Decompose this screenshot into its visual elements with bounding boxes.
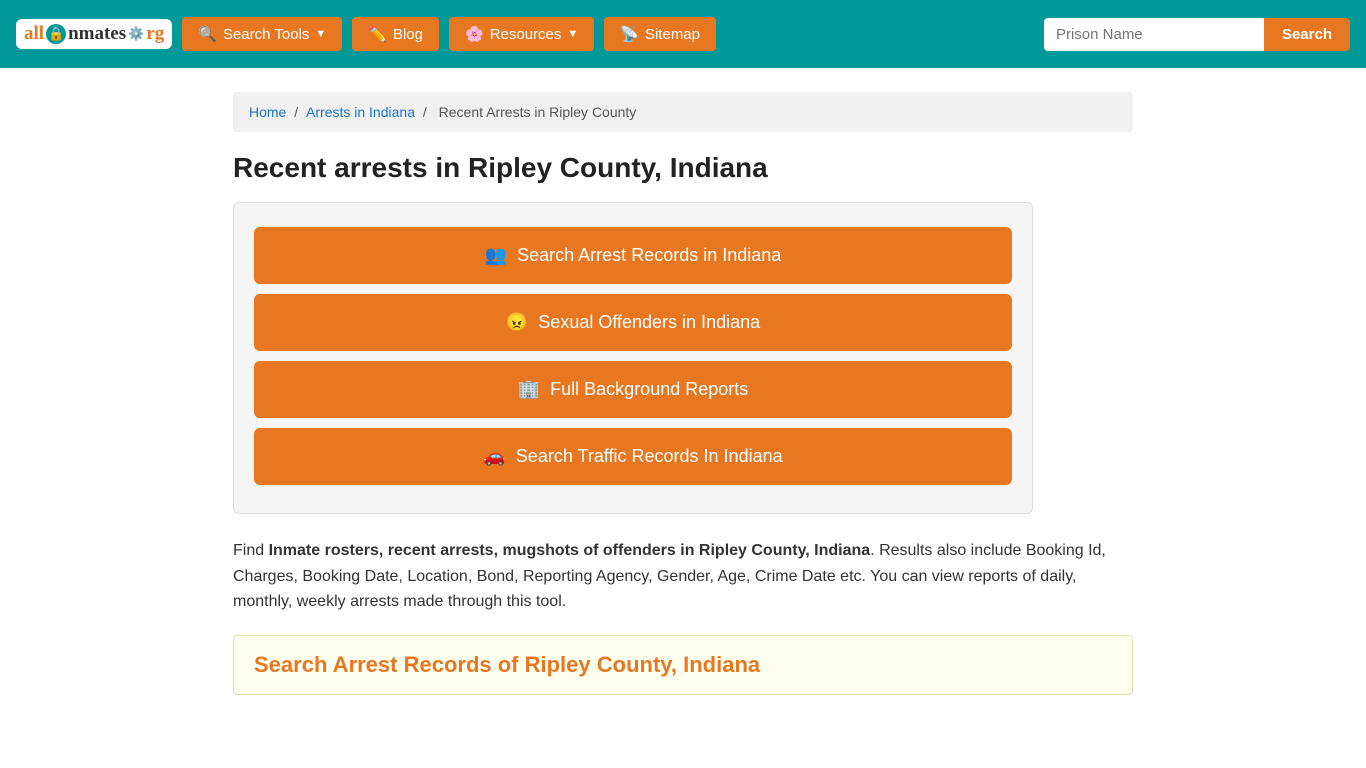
search-tools-button[interactable]: 🔍 Search Tools ▼ (182, 17, 342, 51)
btn3-label: Full Background Reports (550, 379, 748, 400)
search-arrest-records-button[interactable]: Search Arrest Records in Indiana (254, 227, 1012, 284)
resources-label: Resources (490, 26, 562, 43)
logo-lock-icon: 🔒 (46, 24, 66, 44)
btn2-label: Sexual Offenders in Indiana (538, 312, 760, 333)
btn1-label: Search Arrest Records in Indiana (517, 245, 781, 266)
breadcrumb-sep2: / (423, 104, 431, 120)
logo-org: rg (146, 23, 164, 45)
navbar: all 🔒 nmates ⚙️ rg 🔍 Search Tools ▼ ✏️ B… (0, 0, 1366, 68)
section-heading-text: Search Arrest Records of Ripley County, … (254, 652, 760, 677)
description-text: Find Inmate rosters, recent arrests, mug… (233, 538, 1133, 615)
prison-search-input[interactable] (1044, 18, 1264, 51)
search-submit-button[interactable]: Search (1264, 18, 1350, 51)
search-icon: 🔍 (198, 25, 217, 43)
action-card: Search Arrest Records in Indiana Sexual … (233, 202, 1033, 514)
car-icon (483, 446, 505, 467)
blog-button[interactable]: ✏️ Blog (352, 17, 439, 51)
chevron-down-icon-resources: ▼ (567, 28, 578, 40)
sitemap-label: Sitemap (645, 26, 700, 43)
breadcrumb-home[interactable]: Home (249, 104, 286, 120)
breadcrumb: Home / Arrests in Indiana / Recent Arres… (233, 92, 1133, 132)
logo-gear-icon: ⚙️ (128, 26, 144, 42)
search-bar: Search (1044, 18, 1350, 51)
breadcrumb-current: Recent Arrests in Ripley County (439, 104, 637, 120)
sexual-offenders-button[interactable]: Sexual Offenders in Indiana (254, 294, 1012, 351)
logo-nmates: nmates (68, 23, 126, 45)
main-content: Home / Arrests in Indiana / Recent Arres… (213, 72, 1153, 715)
btn4-label: Search Traffic Records In Indiana (516, 446, 783, 467)
users-icon (485, 245, 507, 266)
blog-icon: ✏️ (368, 25, 387, 43)
desc-intro: Find (233, 542, 269, 559)
building-icon (518, 379, 540, 400)
breadcrumb-sep1: / (294, 104, 302, 120)
search-tools-label: Search Tools (223, 26, 309, 43)
page-title: Recent arrests in Ripley County, Indiana (233, 152, 1133, 184)
chevron-down-icon: ▼ (315, 28, 326, 40)
section-heading-box: Search Arrest Records of Ripley County, … (233, 635, 1133, 695)
offender-icon (506, 312, 528, 333)
full-background-reports-button[interactable]: Full Background Reports (254, 361, 1012, 418)
desc-bold: Inmate rosters, recent arrests, mugshots… (269, 542, 871, 559)
logo-all: all (24, 23, 44, 45)
search-traffic-records-button[interactable]: Search Traffic Records In Indiana (254, 428, 1012, 485)
resources-button[interactable]: 🌸 Resources ▼ (449, 17, 594, 51)
resources-icon: 🌸 (465, 25, 484, 43)
blog-label: Blog (393, 26, 423, 43)
sitemap-button[interactable]: 📡 Sitemap (604, 17, 716, 51)
logo[interactable]: all 🔒 nmates ⚙️ rg (16, 19, 172, 49)
breadcrumb-arrests-indiana[interactable]: Arrests in Indiana (306, 104, 415, 120)
sitemap-icon: 📡 (620, 25, 639, 43)
